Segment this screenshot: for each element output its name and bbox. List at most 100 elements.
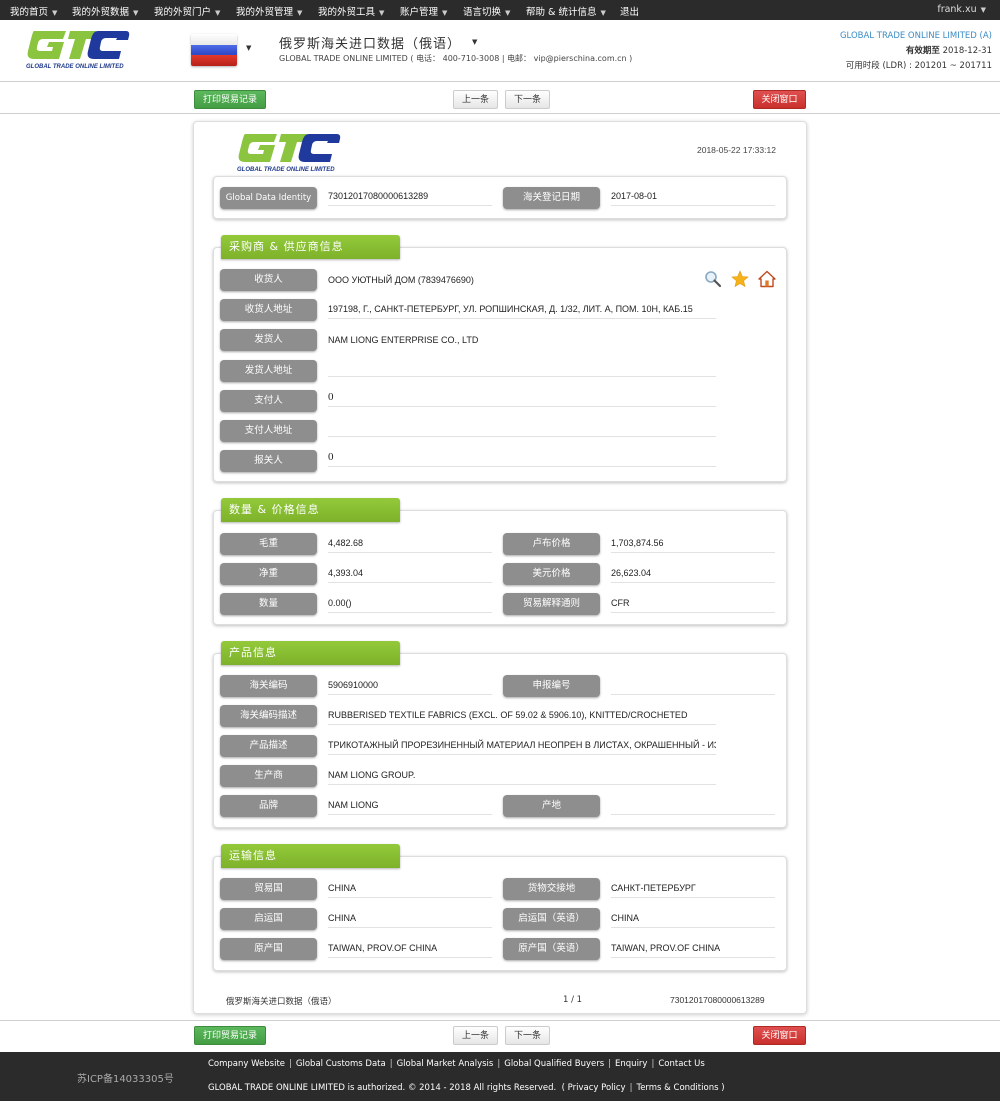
nav-trade-tools[interactable]: 我的外贸工具 ▼ bbox=[318, 4, 384, 18]
gross-weight-value: 4,482.68 bbox=[328, 536, 492, 553]
footer-link-global-customs-data[interactable]: Global Customs Data bbox=[296, 1059, 386, 1069]
consignee-label: 收货人 bbox=[220, 269, 317, 291]
declarant-value: 0 bbox=[328, 450, 716, 467]
star-icon[interactable] bbox=[731, 270, 749, 288]
nav-logout-label: 退出 bbox=[620, 7, 640, 18]
nav-home-label: 我的首页 bbox=[10, 7, 49, 18]
payer-address-label: 支付人地址 bbox=[220, 420, 317, 442]
nav-trade-portal-label: 我的外贸门户 bbox=[154, 7, 212, 18]
transport-section-title: 运输信息 bbox=[221, 844, 400, 868]
page-indicator: 1 / 1 bbox=[563, 995, 583, 1005]
close-window-button-bottom[interactable]: 关闭窗口 bbox=[753, 1026, 806, 1045]
available-period: 201201 ~ 201711 bbox=[914, 61, 992, 71]
nav-trade-management[interactable]: 我的外贸管理 ▼ bbox=[236, 4, 302, 18]
record-source: 俄罗斯海关进口数据（俄语） bbox=[226, 997, 337, 1007]
company-name: GLOBAL TRADE ONLINE LIMITED bbox=[279, 54, 408, 63]
database-title[interactable]: 俄罗斯海关进口数据（俄语） bbox=[279, 33, 461, 52]
nav-trade-portal[interactable]: 我的外贸门户 ▼ bbox=[154, 4, 220, 18]
privacy-policy-link[interactable]: Privacy Policy bbox=[568, 1083, 626, 1093]
footer-link-global-qualified-buyers[interactable]: Global Qualified Buyers bbox=[504, 1059, 604, 1069]
chevron-down-icon: ▼ bbox=[600, 9, 606, 17]
footer-link-global-market-analysis[interactable]: Global Market Analysis bbox=[397, 1059, 494, 1069]
origin-country-label: 原产国 bbox=[220, 938, 317, 960]
separator: | bbox=[651, 1059, 655, 1069]
email-address: vip@pierschina.com.cn bbox=[533, 54, 627, 63]
chevron-down-icon: ▼ bbox=[505, 9, 511, 17]
gto-logo[interactable]: GLOBAL TRADE ONLINE LIMITED bbox=[26, 29, 130, 70]
quantity-section-title: 数量 & 价格信息 bbox=[221, 498, 400, 522]
origin-country-value: TAIWAN, PROV.OF CHINA bbox=[328, 941, 492, 958]
nav-help-stats-label: 帮助 & 统计信息 bbox=[526, 7, 597, 18]
nav-home[interactable]: 我的首页 ▼ bbox=[10, 4, 57, 18]
card-gto-logo: GLOBAL TRADE ONLINE LIMITED bbox=[237, 132, 341, 173]
russia-flag[interactable] bbox=[191, 34, 237, 66]
separator: | bbox=[629, 1083, 633, 1093]
shipper-value: NAM LIONG ENTERPRISE CO., LTD bbox=[328, 335, 479, 345]
database-dropdown-caret-icon[interactable]: ▼ bbox=[472, 38, 477, 46]
print-record-button[interactable]: 打印贸易记录 bbox=[194, 90, 266, 109]
departure-country-label: 启运国 bbox=[220, 908, 317, 930]
user-menu[interactable]: frank.xu ▼ bbox=[937, 4, 986, 15]
nav-language[interactable]: 语言切换 ▼ bbox=[463, 4, 510, 18]
origin-country-en-value: TAIWAN, PROV.OF CHINA bbox=[611, 941, 775, 958]
manufacturer-value: NAM LIONG GROUP. bbox=[328, 768, 716, 785]
nav-language-label: 语言切换 bbox=[463, 7, 502, 18]
consignee-address-value: 197198, Г., САНКТ-ПЕТЕРБУРГ, УЛ. РОПШИНС… bbox=[328, 302, 716, 319]
hs-description-label: 海关编码描述 bbox=[220, 705, 317, 727]
chevron-down-icon: ▼ bbox=[133, 9, 139, 17]
nav-logout[interactable]: 退出 bbox=[620, 4, 639, 18]
footer-link-enquiry[interactable]: Enquiry bbox=[615, 1059, 647, 1069]
phone-label: 电话： bbox=[416, 54, 441, 63]
origin-country-en-label: 原产国（英语） bbox=[503, 938, 600, 960]
separator: | bbox=[389, 1059, 393, 1069]
payer-value: 0 bbox=[328, 390, 716, 407]
copyright-text: GLOBAL TRADE ONLINE LIMITED is authorize… bbox=[208, 1083, 557, 1093]
nav-help-stats[interactable]: 帮助 & 统计信息 ▼ bbox=[526, 4, 606, 18]
valid-until-label: 有效期至 bbox=[905, 46, 940, 56]
divider bbox=[0, 113, 1000, 114]
payer-address-value bbox=[328, 420, 716, 437]
paren-open: ( bbox=[558, 1083, 568, 1093]
reg-date-value: 2017-08-01 bbox=[611, 189, 775, 206]
gross-weight-label: 毛重 bbox=[220, 533, 317, 555]
prev-record-button[interactable]: 上一条 bbox=[453, 90, 498, 109]
country-dropdown-caret-icon[interactable]: ▼ bbox=[246, 44, 251, 52]
card-logo-subtitle: GLOBAL TRADE ONLINE LIMITED bbox=[237, 167, 335, 173]
home-icon[interactable] bbox=[758, 270, 776, 288]
nav-account[interactable]: 账户管理 ▼ bbox=[400, 4, 447, 18]
global-id-label: Global Data Identity bbox=[220, 187, 317, 209]
consignee-value: ООО УЮТНЫЙ ДОМ (7839476690) bbox=[328, 275, 474, 285]
product-section-title: 产品信息 bbox=[221, 641, 400, 665]
account-info: GLOBAL TRADE ONLINE LIMITED (A) 有效期至 201… bbox=[840, 29, 992, 74]
footer-link-company-website[interactable]: Company Website bbox=[208, 1059, 285, 1069]
usd-price-value: 26,623.04 bbox=[611, 566, 775, 583]
departure-country-en-label: 启运国（英语） bbox=[503, 908, 600, 930]
nav-trade-data-label: 我的外贸数据 bbox=[72, 7, 130, 18]
next-record-button[interactable]: 下一条 bbox=[505, 90, 550, 109]
search-icon[interactable] bbox=[704, 270, 722, 288]
record-actions bbox=[704, 270, 782, 288]
product-description-value: ТРИКОТАЖНЫЙ ПРОРЕЗИНЕННЫЙ МАТЕРИАЛ НЕОПР… bbox=[328, 738, 716, 755]
print-record-button-bottom[interactable]: 打印贸易记录 bbox=[194, 1026, 266, 1045]
terms-conditions-link[interactable]: Terms & Conditions bbox=[636, 1083, 718, 1093]
payer-label: 支付人 bbox=[220, 390, 317, 412]
separator: | bbox=[608, 1059, 612, 1069]
prev-record-button-bottom[interactable]: 上一条 bbox=[453, 1026, 498, 1045]
rub-price-value: 1,703,874.56 bbox=[611, 536, 775, 553]
nav-trade-data[interactable]: 我的外贸数据 ▼ bbox=[72, 4, 138, 18]
close-window-button[interactable]: 关闭窗口 bbox=[753, 90, 806, 109]
hs-code-label: 海关编码 bbox=[220, 675, 317, 697]
consignee-address-label: 收货人地址 bbox=[220, 299, 317, 321]
chevron-down-icon: ▼ bbox=[442, 9, 448, 17]
chevron-down-icon: ▼ bbox=[52, 9, 58, 17]
record-timestamp: 2018-05-22 17:33:12 bbox=[697, 145, 776, 155]
footer-link-contact-us[interactable]: Contact Us bbox=[658, 1059, 704, 1069]
origin-place-value bbox=[611, 798, 775, 815]
nav-trade-management-label: 我的外贸管理 bbox=[236, 7, 294, 18]
chevron-down-icon: ▼ bbox=[215, 9, 221, 17]
separator: | bbox=[497, 1059, 501, 1069]
next-record-button-bottom[interactable]: 下一条 bbox=[505, 1026, 550, 1045]
brand-value: NAM LIONG bbox=[328, 798, 492, 815]
rub-price-label: 卢布价格 bbox=[503, 533, 600, 555]
declaration-number-label: 申报编号 bbox=[503, 675, 600, 697]
